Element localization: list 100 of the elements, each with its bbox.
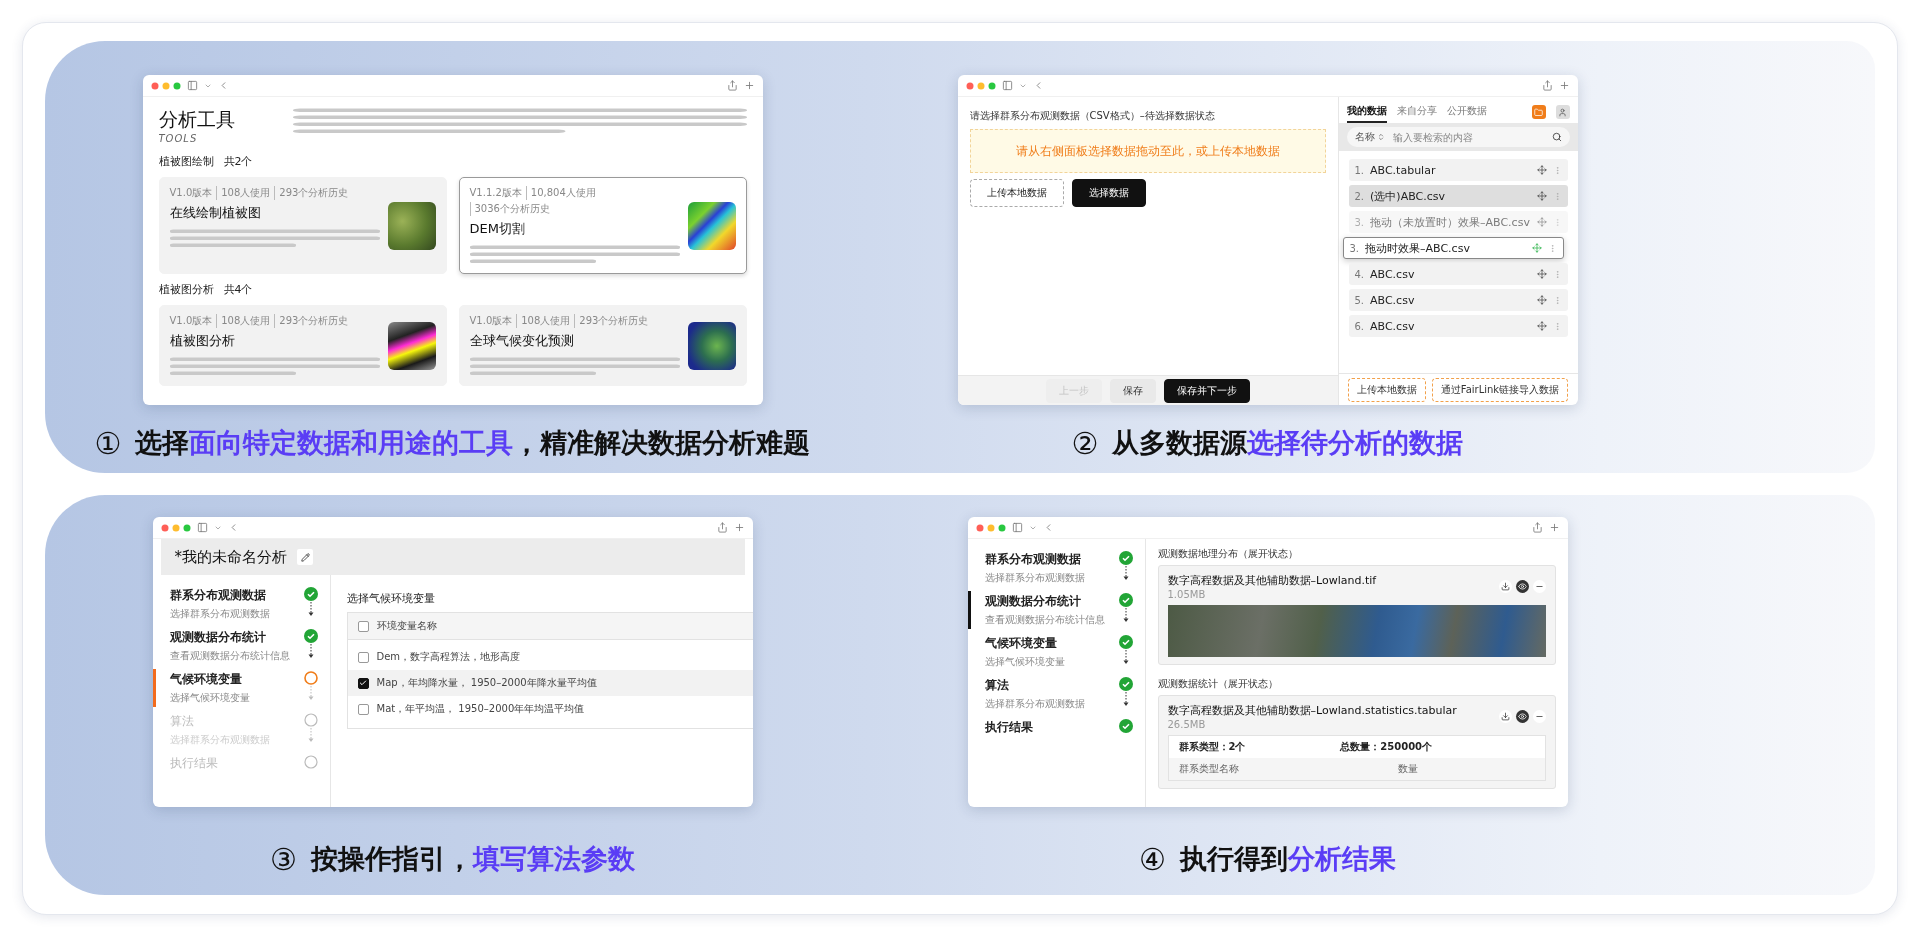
plus-icon[interactable] xyxy=(1548,522,1560,533)
connector-arrow xyxy=(307,727,314,743)
folder-icon[interactable] xyxy=(1531,105,1546,119)
step-item[interactable]: 气候环境变量 选择气候环境变量 xyxy=(152,669,330,707)
step-subtitle: 查看观测数据分布统计信息 xyxy=(169,649,291,663)
file-size: 26.5MB xyxy=(1167,719,1207,730)
file-row[interactable]: 1. ABC.tabular xyxy=(1348,159,1568,181)
step-caption: 执行得到分析结果 xyxy=(1179,842,1396,876)
checkbox[interactable] xyxy=(357,620,369,632)
file-index: 5. xyxy=(1354,294,1365,306)
step-caption: 选择面向特定数据和用途的工具，精准解决数据分析难题 xyxy=(135,426,811,460)
download-button[interactable] xyxy=(1498,710,1512,723)
edit-button[interactable] xyxy=(297,549,313,565)
tool-meta: V1.0版本 xyxy=(169,186,214,200)
user-icon[interactable] xyxy=(1555,105,1570,119)
sidebar-icon[interactable] xyxy=(186,80,198,91)
sidebar-icon[interactable] xyxy=(196,522,208,533)
step-number: ④ xyxy=(1139,841,1166,877)
file-index: 2. xyxy=(1354,190,1365,202)
move-icon[interactable] xyxy=(1536,191,1547,201)
column-header: 环境变量名称 xyxy=(376,619,437,633)
share-icon[interactable] xyxy=(716,522,728,533)
file-index: 3. xyxy=(1354,216,1365,228)
step-item[interactable]: 观测数据分布统计 查看观测数据分布统计信息 xyxy=(152,627,330,665)
collapse-button[interactable] xyxy=(1532,580,1546,593)
tool-meta: V1.0版本 xyxy=(169,314,214,328)
action-button[interactable]: 选择数据 xyxy=(1071,179,1146,207)
step-item[interactable]: 气候环境变量 选择气候环境变量 xyxy=(967,633,1145,671)
data-tab[interactable]: 公开数据 xyxy=(1446,101,1487,123)
footer-button[interactable]: 保存 xyxy=(1109,378,1156,403)
view-button[interactable] xyxy=(1515,580,1529,593)
step-title: 气候环境变量 xyxy=(169,671,243,688)
option-label: Map，年均降水量， 1950–2000年降水量平均值 xyxy=(376,676,597,690)
filter-dropdown[interactable]: 名称 xyxy=(1354,130,1385,144)
file-index: 3. xyxy=(1349,242,1360,254)
file-row[interactable]: 6. ABC.csv xyxy=(1348,315,1568,337)
file-row[interactable]: 5. ABC.csv xyxy=(1348,289,1568,311)
move-icon[interactable] xyxy=(1536,217,1547,227)
import-button[interactable]: 通过FairLink链接导入数据 xyxy=(1431,377,1569,402)
checkbox[interactable] xyxy=(357,677,369,689)
connector-arrow xyxy=(1122,691,1129,707)
checkbox[interactable] xyxy=(357,703,369,715)
download-button[interactable] xyxy=(1498,580,1512,593)
section-title: 植被图分析 xyxy=(158,282,214,297)
move-icon[interactable] xyxy=(1536,269,1547,279)
connector-arrow xyxy=(1122,607,1129,623)
move-icon[interactable] xyxy=(1536,295,1547,305)
window-controls-icon[interactable] xyxy=(975,523,1006,532)
file-row[interactable]: 2. (选中)ABC.csv xyxy=(1348,185,1568,207)
step-title: 执行结果 xyxy=(984,719,1034,736)
step-title: 执行结果 xyxy=(169,755,219,772)
search-field[interactable]: 输入要检索的内容 xyxy=(1390,130,1546,144)
window-controls-icon[interactable] xyxy=(965,81,996,90)
import-button[interactable]: 上传本地数据 xyxy=(1347,377,1426,402)
collapse-button[interactable] xyxy=(1532,710,1546,723)
plus-icon[interactable] xyxy=(743,80,755,91)
share-icon[interactable] xyxy=(1541,80,1553,91)
move-icon[interactable] xyxy=(1536,321,1547,331)
plus-icon[interactable] xyxy=(733,522,745,533)
file-row[interactable]: 3. 拖动时效果–ABC.csv xyxy=(1342,237,1564,259)
step-item[interactable]: 群系分布观测数据 选择群系分布观测数据 xyxy=(967,549,1145,587)
file-row[interactable]: 4. ABC.csv xyxy=(1348,263,1568,285)
window-controls-icon[interactable] xyxy=(160,523,191,532)
share-icon[interactable] xyxy=(1531,522,1543,533)
step-subtitle: 选择群系分布观测数据 xyxy=(984,697,1086,711)
move-icon[interactable] xyxy=(1531,243,1542,253)
file-index: 1. xyxy=(1354,164,1365,176)
option-label: Dem，数字高程算法，地形高度 xyxy=(376,650,521,664)
tool-meta: 108人使用 xyxy=(216,314,275,328)
share-icon[interactable] xyxy=(726,80,738,91)
step-subtitle: 查看观测数据分布统计信息 xyxy=(984,613,1106,627)
step-number: ③ xyxy=(270,841,297,877)
action-button[interactable]: 上传本地数据 xyxy=(969,179,1064,207)
view-button[interactable] xyxy=(1515,710,1529,723)
tool-card[interactable]: V1.0版本 108人使用 293个分析历史 植被图分析 xyxy=(158,305,447,386)
search-icon[interactable] xyxy=(1551,132,1562,142)
file-name: 数字高程数据及其他辅助数据–Lowland.tif xyxy=(1167,573,1378,588)
plus-icon[interactable] xyxy=(1558,80,1570,91)
file-row[interactable]: 3. 拖动（未放置时）效果–ABC.csv xyxy=(1348,211,1568,233)
data-tab[interactable]: 来自分享 xyxy=(1396,101,1437,123)
sidebar-icon[interactable] xyxy=(1011,522,1023,533)
prompt-text: 请选择群系分布观测数据（CSV格式）–待选择数据状态 xyxy=(969,109,1216,123)
tool-card[interactable]: V1.0版本 108人使用 293个分析历史 在线绘制植被图 xyxy=(158,177,447,274)
sidebar-icon[interactable] xyxy=(1001,80,1013,91)
move-icon[interactable] xyxy=(1536,165,1547,175)
step-item[interactable]: 群系分布观测数据 选择群系分布观测数据 xyxy=(152,585,330,623)
step-title: 气候环境变量 xyxy=(984,635,1058,652)
step-item[interactable]: 算法 选择群系分布观测数据 xyxy=(967,675,1145,713)
tool-meta: V1.0版本 xyxy=(469,314,514,328)
tool-meta: 293个分析历史 xyxy=(274,186,353,200)
tool-meta: 108人使用 xyxy=(216,186,275,200)
step-item[interactable]: 执行结果 xyxy=(967,717,1145,738)
step-item[interactable]: 观测数据分布统计 查看观测数据分布统计信息 xyxy=(967,591,1145,629)
checkbox[interactable] xyxy=(357,651,369,663)
window-controls-icon[interactable] xyxy=(150,81,181,90)
tool-meta: 3036个分析历史 xyxy=(469,202,554,216)
tool-card[interactable]: V1.1.2版本 10,804人使用 3036个分析历史 DEM切割 xyxy=(458,177,747,274)
footer-button[interactable]: 保存并下一步 xyxy=(1163,378,1250,403)
tool-card[interactable]: V1.0版本 108人使用 293个分析历史 全球气候变化预测 xyxy=(458,305,747,386)
search-bar[interactable]: 名称 输入要检索的内容 xyxy=(1346,127,1570,147)
